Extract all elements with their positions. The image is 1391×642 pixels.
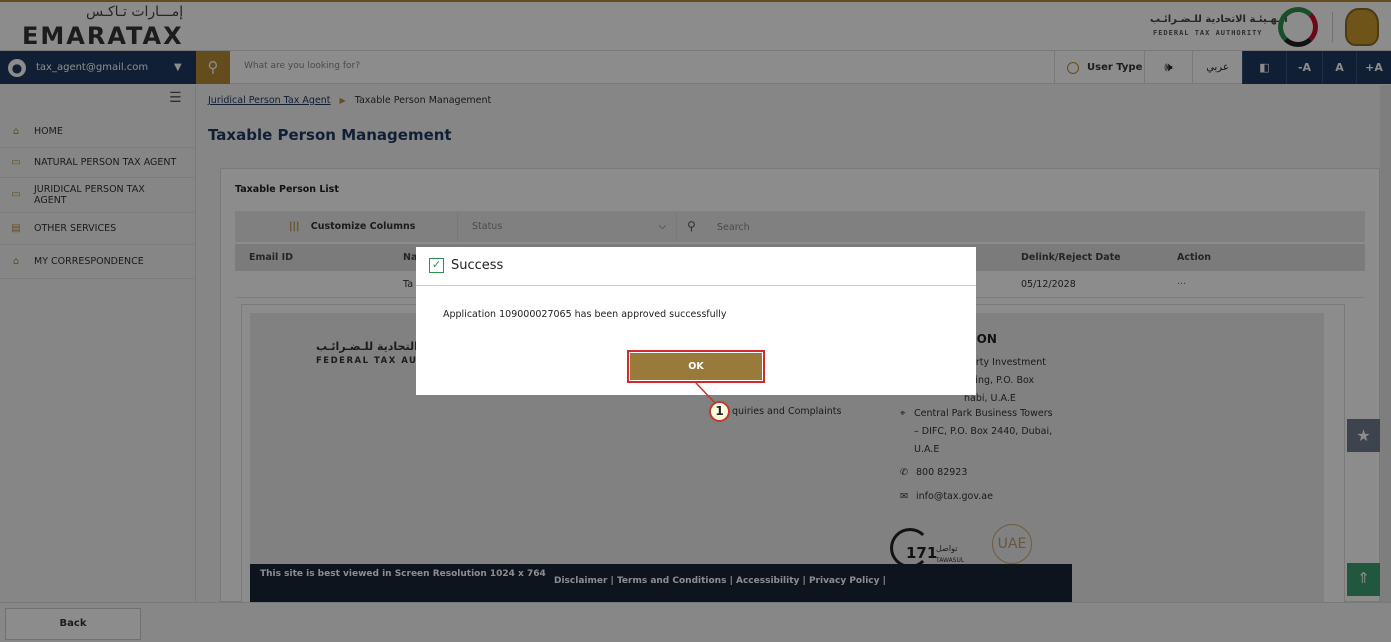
callout-pointer-line xyxy=(695,382,717,405)
step-callout-marker: 1 xyxy=(709,401,730,422)
